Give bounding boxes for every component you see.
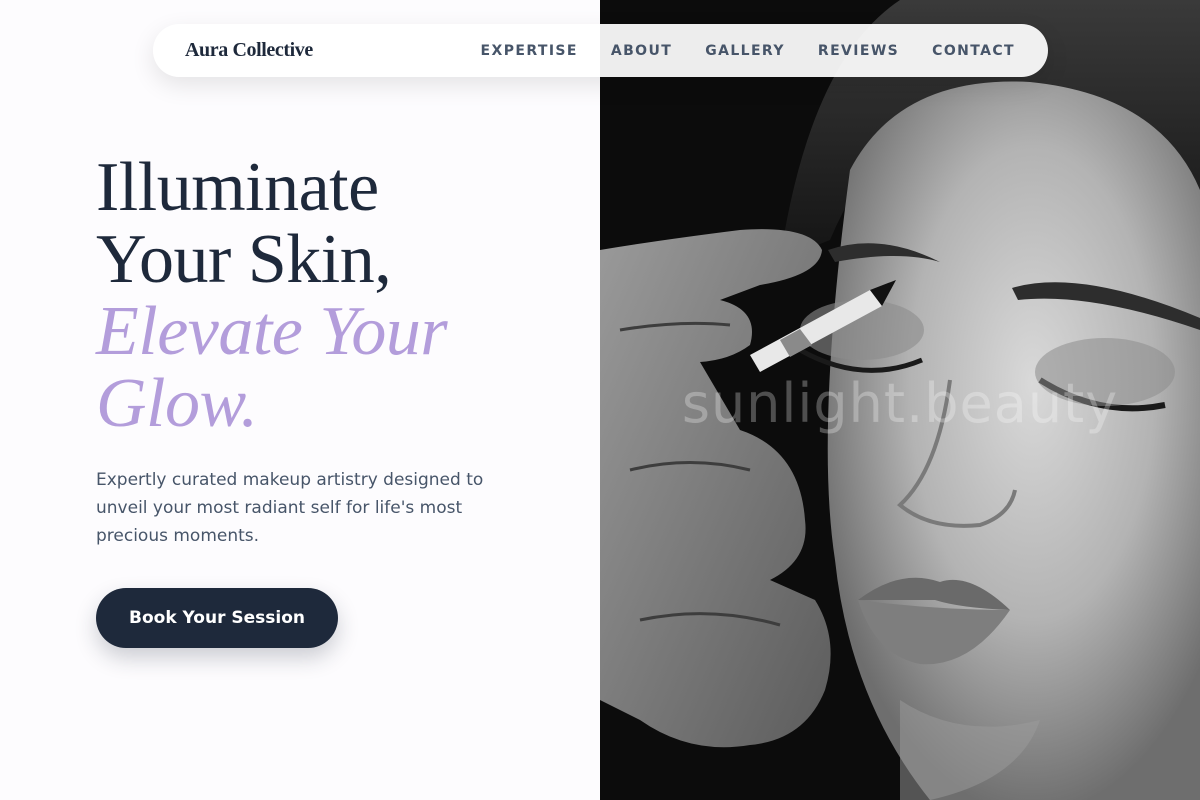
hero-headline: Illuminate Your Skin, Elevate Your Glow. xyxy=(96,152,556,440)
top-navigation: Aura Collective EXPERTISE ABOUT GALLERY … xyxy=(153,24,1048,77)
hero-section: Illuminate Your Skin, Elevate Your Glow.… xyxy=(96,152,556,550)
book-session-button[interactable]: Book Your Session xyxy=(96,588,338,648)
nav-link-gallery[interactable]: GALLERY xyxy=(705,43,785,59)
hero-subtext: Expertly curated makeup artistry designe… xyxy=(96,470,484,546)
headline-accent-line-2: Glow. xyxy=(96,365,258,442)
nav-link-contact[interactable]: CONTACT xyxy=(932,43,1015,59)
nav-links: EXPERTISE ABOUT GALLERY REVIEWS CONTACT xyxy=(481,43,1015,59)
hero-image: sunlight.beauty xyxy=(600,0,1200,800)
headline-line-1: Illuminate xyxy=(96,149,379,226)
brand-logo[interactable]: Aura Collective xyxy=(185,39,313,62)
headline-line-2: Your Skin, xyxy=(96,221,392,298)
nav-link-expertise[interactable]: EXPERTISE xyxy=(481,43,578,59)
headline-accent-line-1: Elevate Your xyxy=(96,293,448,370)
makeup-portrait-illustration xyxy=(600,0,1200,800)
nav-link-about[interactable]: ABOUT xyxy=(611,43,672,59)
nav-link-reviews[interactable]: REVIEWS xyxy=(818,43,899,59)
